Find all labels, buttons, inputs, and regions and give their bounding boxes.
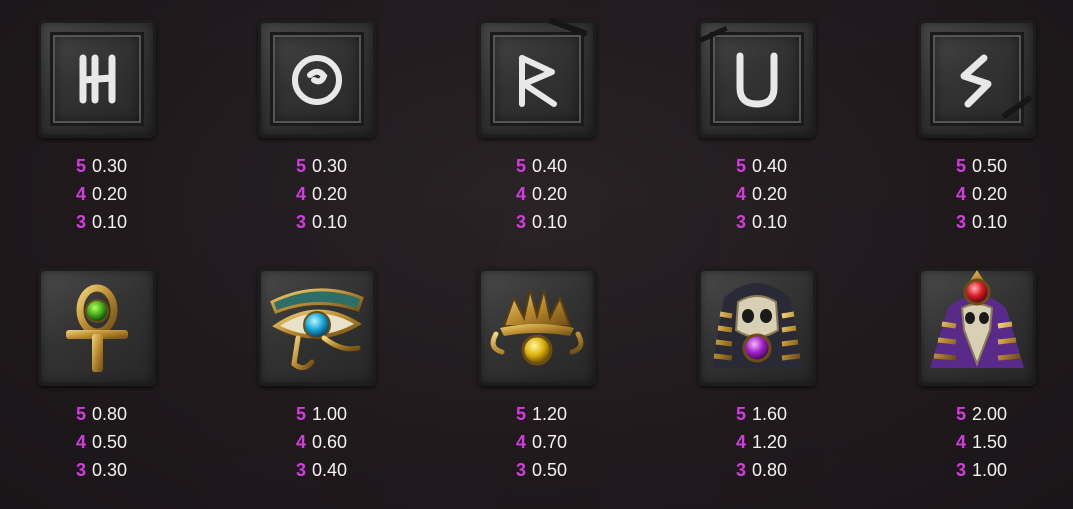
- paytable-rune-s: 5 0.50 4 0.20 3 0.10: [948, 152, 1068, 236]
- paytable-rune-u: 5 0.40 4 0.20 3 0.10: [728, 152, 848, 236]
- payout-row: 5 0.80: [75, 404, 128, 424]
- payout-row: 5 1.20: [515, 404, 568, 424]
- rune-r-icon: [478, 17, 596, 138]
- paytable-eye: 5 1.00 4 0.60 3 0.40: [288, 400, 408, 484]
- payout-row: 5 0.30: [295, 156, 348, 176]
- payout-row: 4 0.20: [75, 184, 128, 204]
- payout-row: 3 0.30: [75, 460, 128, 480]
- payout-row: 3 0.10: [75, 212, 128, 232]
- paytable-rune-o: 5 0.30 4 0.20 3 0.10: [288, 152, 408, 236]
- payout-row: 4 0.70: [515, 432, 568, 452]
- payout-row: 3 0.10: [515, 212, 568, 232]
- payout-row: 5 1.60: [735, 404, 788, 424]
- payout-row: 5 0.40: [515, 156, 568, 176]
- rune-h-icon: [38, 20, 156, 138]
- paytable-rune-h: 5 0.30 4 0.20 3 0.10: [68, 152, 188, 236]
- payout-row: 4 1.50: [955, 432, 1008, 452]
- paytable-bird-skull: 5 2.00 4 1.50 3 1.00: [948, 400, 1068, 484]
- payout-row: 5 0.40: [735, 156, 788, 176]
- payout-row: 3 0.40: [295, 460, 348, 480]
- payout-row: 3 0.50: [515, 460, 568, 480]
- rune-o-icon: [258, 20, 376, 138]
- paytable-rune-r: 5 0.40 4 0.20 3 0.10: [508, 152, 628, 236]
- paytable-pharaoh-skull: 5 1.60 4 1.20 3 0.80: [728, 400, 848, 484]
- eye-of-horus-icon: [258, 268, 376, 386]
- payout-row: 5 0.30: [75, 156, 128, 176]
- payout-row: 3 0.10: [295, 212, 348, 232]
- payout-row: 5 2.00: [955, 404, 1008, 424]
- payout-row: 4 0.60: [295, 432, 348, 452]
- scarab-fan-icon: [478, 268, 596, 386]
- rune-s-icon: [918, 20, 1036, 138]
- pharaoh-skull-icon: [698, 268, 816, 386]
- payout-row: 4 0.20: [955, 184, 1008, 204]
- ankh-icon: [38, 268, 156, 386]
- payout-row: 4 1.20: [735, 432, 788, 452]
- payout-row: 4 0.20: [515, 184, 568, 204]
- paytable-scarab: 5 1.20 4 0.70 3 0.50: [508, 400, 628, 484]
- payout-row: 3 1.00: [955, 460, 1008, 480]
- payout-row: 5 0.50: [955, 156, 1008, 176]
- payout-row: 5 1.00: [295, 404, 348, 424]
- rune-u-icon: [698, 20, 816, 138]
- payout-row: 4 0.50: [75, 432, 128, 452]
- payout-row: 3 0.10: [955, 212, 1008, 232]
- payout-row: 4 0.20: [295, 184, 348, 204]
- payout-row: 3 0.80: [735, 460, 788, 480]
- payout-row: 4 0.20: [735, 184, 788, 204]
- payout-row: 3 0.10: [735, 212, 788, 232]
- bird-skull-pharaoh-icon: [918, 268, 1036, 386]
- paytable-ankh: 5 0.80 4 0.50 3 0.30: [68, 400, 188, 484]
